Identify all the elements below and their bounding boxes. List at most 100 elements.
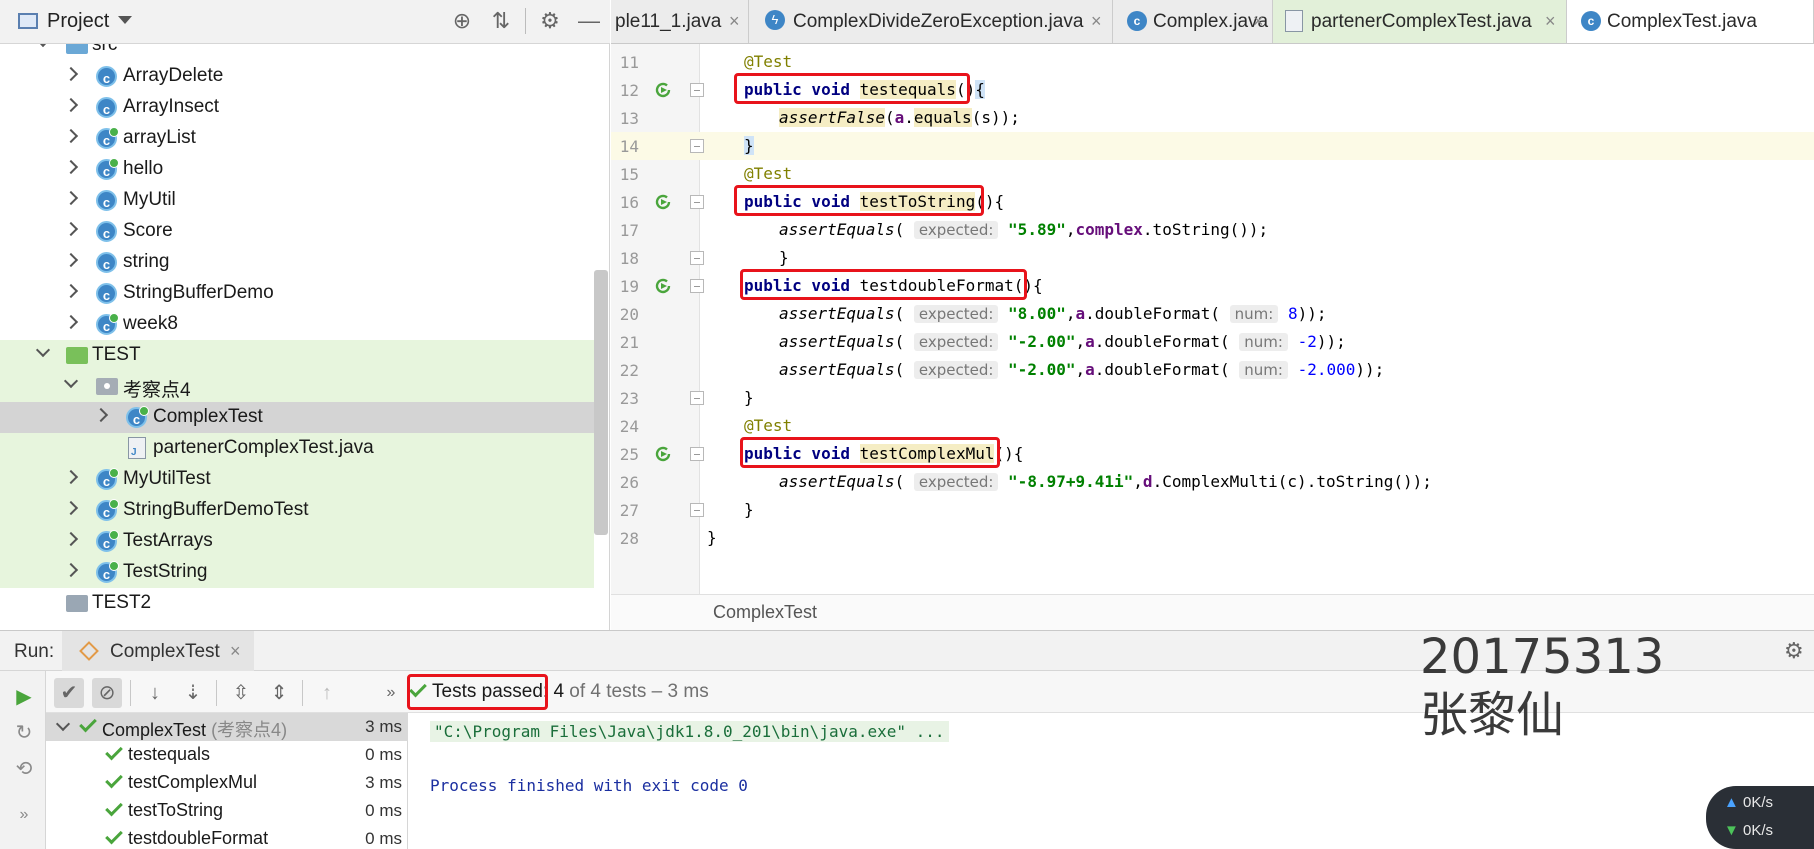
close-icon[interactable]: × — [1253, 11, 1264, 32]
rerun-failed-icon[interactable]: ↻ — [12, 721, 36, 745]
tree-row-test2[interactable]: TEST2 — [0, 588, 594, 619]
tab-partenercomplextest[interactable]: partenerComplexTest.java × — [1273, 0, 1567, 43]
close-icon[interactable]: × — [729, 11, 740, 32]
collapse-all-icon[interactable]: ⇕ — [264, 678, 294, 708]
chevron-right-icon[interactable] — [63, 128, 79, 144]
project-scrollbar[interactable] — [594, 270, 608, 535]
chevron-right-icon[interactable] — [63, 97, 79, 113]
console-command-line[interactable]: "C:\Program Files\Java\jdk1.8.0_201\bin\… — [430, 721, 949, 742]
fold-icon[interactable] — [690, 447, 704, 461]
chevron-right-icon[interactable] — [63, 500, 79, 516]
fold-icon[interactable] — [690, 391, 704, 405]
chevron-right-icon[interactable] — [63, 562, 79, 578]
chevron-right-icon[interactable] — [63, 283, 79, 299]
chevron-right-icon[interactable] — [63, 314, 79, 330]
tree-row-string[interactable]: c string — [0, 247, 594, 278]
fold-icon[interactable] — [690, 279, 704, 293]
chevron-down-icon[interactable] — [118, 16, 132, 24]
tree-row-src[interactable]: src — [0, 44, 594, 61]
sort-alphabetically-icon[interactable]: ↓ — [140, 678, 170, 708]
run-test-icon[interactable] — [652, 191, 674, 213]
test-row-testdoubleformat[interactable]: testdoubleFormat 0 ms — [46, 825, 408, 849]
code-line[interactable]: 23 } — [611, 384, 1814, 412]
tab-complex[interactable]: c Complex.java × — [1113, 0, 1273, 43]
chevron-right-icon[interactable] — [93, 407, 109, 423]
sort-by-duration-icon[interactable]: ⇣ — [178, 678, 208, 708]
chevron-right-icon[interactable] — [63, 159, 79, 175]
tab-complextest[interactable]: c ComplexTest.java — [1567, 0, 1814, 43]
breadcrumb-item[interactable]: ComplexTest — [713, 602, 817, 623]
tree-row-stringbufferdemo[interactable]: c StringBufferDemo — [0, 278, 594, 309]
chevron-down-icon[interactable] — [63, 373, 79, 389]
hide-panel-icon[interactable]: — — [576, 8, 602, 34]
more-icon[interactable]: » — [12, 803, 36, 827]
code-line[interactable]: 22 assertEquals( expected: "-2.00",a.dou… — [611, 356, 1814, 384]
tab-complexdividezeroexception[interactable]: ϟ ComplexDivideZeroException.java × — [749, 0, 1113, 43]
code-line[interactable]: 13 assertFalse(a.equals(s)); — [611, 104, 1814, 132]
tree-row-score[interactable]: c Score — [0, 216, 594, 247]
test-row-complextest[interactable]: ComplexTest (考察点4) 3 ms — [46, 713, 408, 741]
tree-row-teststring[interactable]: c TestString — [0, 557, 594, 588]
chevron-right-icon[interactable] — [63, 469, 79, 485]
gear-icon[interactable]: ⚙ — [1784, 638, 1804, 664]
tree-row-week8[interactable]: c week8 — [0, 309, 594, 340]
code-line[interactable]: 18 } — [611, 244, 1814, 272]
more-icon[interactable]: » — [376, 678, 406, 708]
tree-row-arraydelete[interactable]: c ArrayDelete — [0, 61, 594, 92]
chevron-right-icon[interactable] — [63, 531, 79, 547]
test-row-testequals[interactable]: testequals 0 ms — [46, 741, 408, 769]
run-test-icon[interactable] — [652, 275, 674, 297]
tree-row-hello[interactable]: c hello — [0, 154, 594, 185]
test-row-testcomplexmul[interactable]: testComplexMul 3 ms — [46, 769, 408, 797]
code-line[interactable]: 27 } — [611, 496, 1814, 524]
tree-row-stringbufferdemotest[interactable]: c StringBufferDemoTest — [0, 495, 594, 526]
code-line[interactable]: 17 assertEquals( expected: "5.89",comple… — [611, 216, 1814, 244]
code-line[interactable]: 26 assertEquals( expected: "-8.97+9.41i"… — [611, 468, 1814, 496]
rerun-icon[interactable]: ▶ — [12, 685, 36, 709]
code-editor[interactable]: 11 @Test 12 public void testequals(){ 13… — [611, 44, 1814, 630]
chevron-right-icon[interactable] — [63, 221, 79, 237]
locate-target-icon[interactable]: ⊕ — [449, 8, 475, 34]
toggle-auto-test-icon[interactable]: ⟲ — [12, 757, 36, 781]
show-ignored-icon[interactable]: ⊘ — [92, 678, 122, 708]
tree-row-package[interactable]: 考察点4 — [0, 371, 594, 402]
code-line[interactable]: 15 @Test — [611, 160, 1814, 188]
tab-ple11[interactable]: ple11_1.java × — [611, 0, 749, 43]
chevron-right-icon[interactable] — [63, 66, 79, 82]
tree-row-complextest[interactable]: c ComplexTest — [0, 402, 594, 433]
fold-icon[interactable] — [690, 195, 704, 209]
code-line[interactable]: 20 assertEquals( expected: "8.00",a.doub… — [611, 300, 1814, 328]
fold-icon[interactable] — [690, 139, 704, 153]
collapse-all-icon[interactable]: ⇅ — [488, 8, 514, 34]
test-row-testtostring[interactable]: testToString 0 ms — [46, 797, 408, 825]
project-title[interactable]: Project — [47, 10, 109, 33]
tree-row-partenercomplextest[interactable]: partenerComplexTest.java — [0, 433, 594, 464]
code-line[interactable]: 21 assertEquals( expected: "-2.00",a.dou… — [611, 328, 1814, 356]
tree-row-arrayinsect[interactable]: c ArrayInsect — [0, 92, 594, 123]
code-line[interactable]: 24 @Test — [611, 412, 1814, 440]
fold-icon[interactable] — [690, 503, 704, 517]
code-line[interactable]: 28 } — [611, 524, 1814, 552]
chevron-down-icon[interactable] — [35, 44, 51, 48]
close-icon[interactable]: × — [1545, 11, 1556, 32]
fold-icon[interactable] — [690, 83, 704, 97]
tree-row-testarrays[interactable]: c TestArrays — [0, 526, 594, 557]
close-icon[interactable]: × — [1091, 11, 1102, 32]
tree-row-test-folder[interactable]: TEST — [0, 340, 594, 371]
show-passed-icon[interactable]: ✔ — [54, 678, 84, 708]
chevron-down-icon[interactable] — [55, 716, 71, 732]
run-tab-complextest[interactable]: ComplexTest × — [62, 631, 254, 671]
chevron-right-icon[interactable] — [63, 252, 79, 268]
tree-row-arraylist[interactable]: c arrayList — [0, 123, 594, 154]
code-line-current[interactable]: 14 } — [611, 132, 1814, 160]
expand-all-icon[interactable]: ⇳ — [226, 678, 256, 708]
gear-icon[interactable]: ⚙ — [537, 8, 563, 34]
close-icon[interactable]: × — [230, 641, 241, 662]
code-line[interactable]: 11 @Test — [611, 48, 1814, 76]
fold-icon[interactable] — [690, 251, 704, 265]
chevron-down-icon[interactable] — [35, 342, 51, 358]
tree-row-myutil[interactable]: c MyUtil — [0, 185, 594, 216]
chevron-right-icon[interactable] — [63, 190, 79, 206]
run-test-icon[interactable] — [652, 443, 674, 465]
tree-row-myutiltest[interactable]: c MyUtilTest — [0, 464, 594, 495]
